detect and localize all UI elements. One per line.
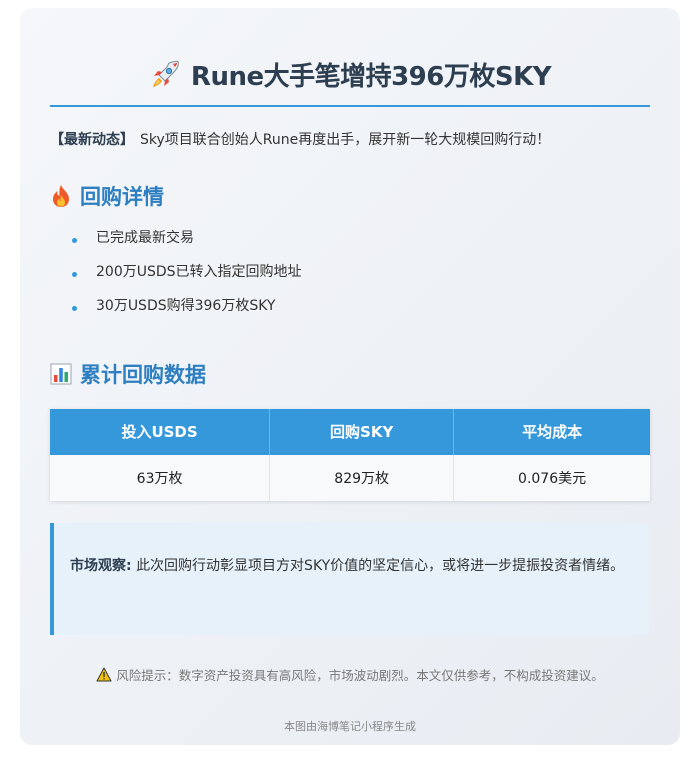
list-item: 30万USDS购得396万枚SKY — [70, 295, 650, 329]
details-section-title: 回购详情 — [50, 181, 650, 211]
risk-disclaimer: 风险提示：数字资产投资具有高风险，市场波动剧烈。本文仅供参考，不构成投资建议。 — [50, 665, 650, 684]
title-header: Rune大手笔增持396万枚SKY — [50, 56, 650, 107]
observation-text: 此次回购行动彰显项目方对SKY价值的坚定信心，或将进一步提振投资者情绪。 — [136, 557, 625, 574]
warning-icon — [96, 667, 112, 681]
news-paragraph: 【最新动态】 Sky项目联合创始人Rune再度出手，展开新一轮大规模回购行动！ — [50, 129, 650, 151]
stats-table: 投入USDS 回购SKY 平均成本 63万枚 829万枚 0.076美元 — [50, 408, 650, 501]
market-observation-box: 市场观察: 此次回购行动彰显项目方对SKY价值的坚定信心，或将进一步提振投资者情… — [50, 522, 650, 635]
table-cell: 63万枚 — [50, 454, 271, 501]
table-header-cell: 平均成本 — [453, 408, 650, 455]
footer-note: 本图由海博笔记小程序生成 — [284, 719, 416, 733]
details-list: 已完成最新交易 200万USDS已转入指定回购地址 30万USDS购得396万枚… — [50, 227, 650, 329]
details-title-text: 回购详情 — [80, 184, 164, 209]
table-header-cell: 回购SKY — [269, 408, 455, 455]
table-row: 63万枚 829万枚 0.076美元 — [50, 454, 650, 501]
table-cell: 0.076美元 — [453, 454, 650, 501]
news-tag: 【最新动态】 — [50, 131, 134, 148]
table-cell: 829万枚 — [269, 454, 455, 501]
rocket-icon — [152, 60, 179, 87]
risk-text: 风险提示：数字资产投资具有高风险，市场波动剧烈。本文仅供参考，不构成投资建议。 — [116, 667, 604, 683]
fire-icon — [53, 184, 69, 207]
observation-label: 市场观察: — [70, 557, 132, 574]
table-header-cell: 投入USDS — [50, 408, 271, 455]
news-text: Sky项目联合创始人Rune再度出手，展开新一轮大规模回购行动！ — [140, 131, 551, 148]
stats-title-text: 累计回购数据 — [80, 362, 206, 387]
page-title: Rune大手笔增持396万枚SKY — [149, 56, 552, 93]
title-text: Rune大手笔增持396万枚SKY — [190, 62, 552, 92]
table-header-row: 投入USDS 回购SKY 平均成本 — [50, 408, 650, 455]
bar-chart-icon — [50, 363, 72, 384]
list-item: 已完成最新交易 — [70, 227, 650, 261]
list-item: 200万USDS已转入指定回购地址 — [70, 261, 650, 295]
article-card: Rune大手笔增持396万枚SKY 【最新动态】 Sky项目联合创始人Rune再度… — [20, 8, 680, 745]
stats-section-title: 累计回购数据 — [50, 359, 650, 389]
